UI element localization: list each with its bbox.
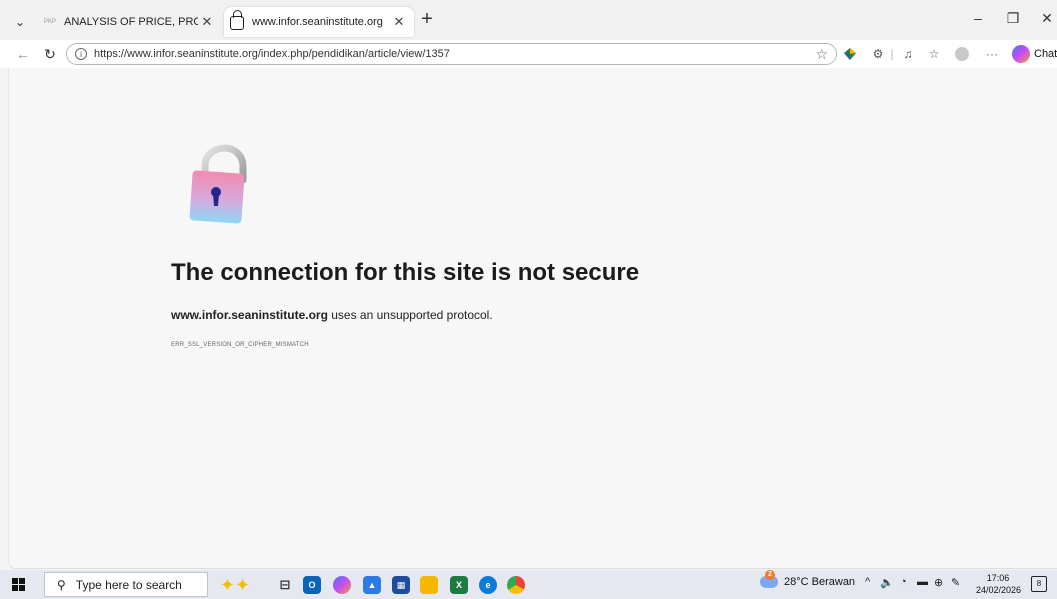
refresh-icon[interactable]: ↻ xyxy=(41,45,59,63)
edge-icon[interactable]: e xyxy=(479,576,497,594)
toolbar: ← ↻ i https://www.infor.seaninstitute.or… xyxy=(0,40,1057,68)
back-arrow-icon[interactable]: ← xyxy=(14,45,32,63)
error-headline: The connection for this site is not secu… xyxy=(171,259,640,286)
info-icon[interactable]: i xyxy=(75,48,87,60)
favorites-icon[interactable]: ☆ xyxy=(925,45,943,63)
extension-gem-icon[interactable] xyxy=(841,45,859,63)
file-explorer-icon[interactable] xyxy=(420,576,438,594)
close-tab-icon[interactable]: ✕ xyxy=(390,14,408,30)
tab-title: ANALYSIS OF PRICE, PROMOTION, xyxy=(64,16,198,28)
weather-badge: 2 xyxy=(765,570,775,580)
excel-icon[interactable]: X xyxy=(450,576,468,594)
url-text[interactable]: https://www.infor.seaninstitute.org/inde… xyxy=(94,48,450,60)
copilot-chat-button[interactable]: Chat xyxy=(1012,45,1057,63)
tab-strip: ⌄ PKP ANALYSIS OF PRICE, PROMOTION, ✕ ww… xyxy=(0,0,1057,40)
read-aloud-icon[interactable]: ♫ xyxy=(899,45,917,63)
task-view-icon[interactable]: ⊟ xyxy=(276,576,294,594)
pkp-favicon-icon: PKP xyxy=(43,19,56,25)
error-description-text: uses an unsupported protocol. xyxy=(327,308,493,322)
restore-window-icon[interactable]: ❐ xyxy=(1003,10,1023,27)
windows-start-icon[interactable] xyxy=(12,578,26,592)
error-code: ERR_SSL_VERSION_OR_CIPHER_MISMATCH xyxy=(171,342,309,348)
error-description: www.infor.seaninstitute.org uses an unsu… xyxy=(171,308,493,322)
weather-text: 28°C Berawan xyxy=(784,576,856,588)
error-host: www.infor.seaninstitute.org xyxy=(171,308,328,322)
volume-icon[interactable]: 🔈 xyxy=(880,576,894,589)
copilot-sparkle-icon[interactable]: ✦✦ xyxy=(216,575,254,595)
show-hidden-icons-chevron-icon[interactable]: ^ xyxy=(865,576,870,588)
search-icon: ⚲ xyxy=(57,577,66,592)
address-bar[interactable]: i https://www.infor.seaninstitute.org/in… xyxy=(66,43,837,65)
tab-actions-chevron-icon[interactable]: ⌄ xyxy=(10,12,30,32)
battery-icon[interactable]: ▬ xyxy=(917,576,928,588)
tab-analysis[interactable]: PKP ANALYSIS OF PRICE, PROMOTION, ✕ xyxy=(36,7,222,37)
meet-now-icon[interactable]: ⊕ xyxy=(934,576,943,589)
photos-icon[interactable]: ▲ xyxy=(363,576,381,594)
new-tab-plus-icon[interactable]: + xyxy=(418,9,436,29)
pen-icon[interactable]: ✎ xyxy=(951,576,960,589)
clock-time: 17:06 xyxy=(986,573,1010,583)
windows-taskbar: ⚲ Type here to search ✦✦ ⊟ O ▲ ▦ X e 2 2… xyxy=(0,570,1057,599)
taskbar-clock[interactable]: 17:06 24/02/2026 xyxy=(976,572,1022,596)
notifications-icon[interactable]: 8 xyxy=(1031,576,1047,592)
taskbar-search[interactable]: ⚲ Type here to search xyxy=(44,572,208,597)
minimize-window-icon[interactable]: – xyxy=(968,10,988,26)
outlook-icon[interactable]: O xyxy=(303,576,321,594)
search-placeholder: Type here to search xyxy=(75,577,182,592)
copilot-app-icon[interactable] xyxy=(333,576,351,594)
tab-active-seaninstitute[interactable]: www.infor.seaninstitute.org ✕ xyxy=(224,7,414,37)
broken-lock-icon xyxy=(189,144,247,224)
clock-date: 24/02/2026 xyxy=(976,585,1022,595)
tab-title: www.infor.seaninstitute.org xyxy=(252,16,383,28)
cloudy-weather-icon: 2 xyxy=(760,570,778,588)
microsoft-store-icon[interactable]: ▦ xyxy=(392,576,410,594)
unlocked-lock-favicon-icon xyxy=(230,10,244,30)
copilot-logo-icon xyxy=(1012,45,1030,63)
close-tab-icon[interactable]: ✕ xyxy=(198,14,216,30)
more-menu-icon[interactable]: ··· xyxy=(983,45,1001,63)
chrome-icon[interactable] xyxy=(507,576,525,594)
notification-count: 8 xyxy=(1036,579,1042,588)
chat-label: Chat xyxy=(1034,48,1057,60)
favorite-star-icon[interactable]: ☆ xyxy=(815,46,828,62)
profile-avatar-icon[interactable] xyxy=(953,45,971,63)
network-icon[interactable]: ◔ xyxy=(900,576,907,588)
weather-widget[interactable]: 2 28°C Berawan xyxy=(760,570,856,588)
close-window-icon[interactable]: ✕ xyxy=(1037,10,1057,27)
page-content xyxy=(8,68,1057,569)
